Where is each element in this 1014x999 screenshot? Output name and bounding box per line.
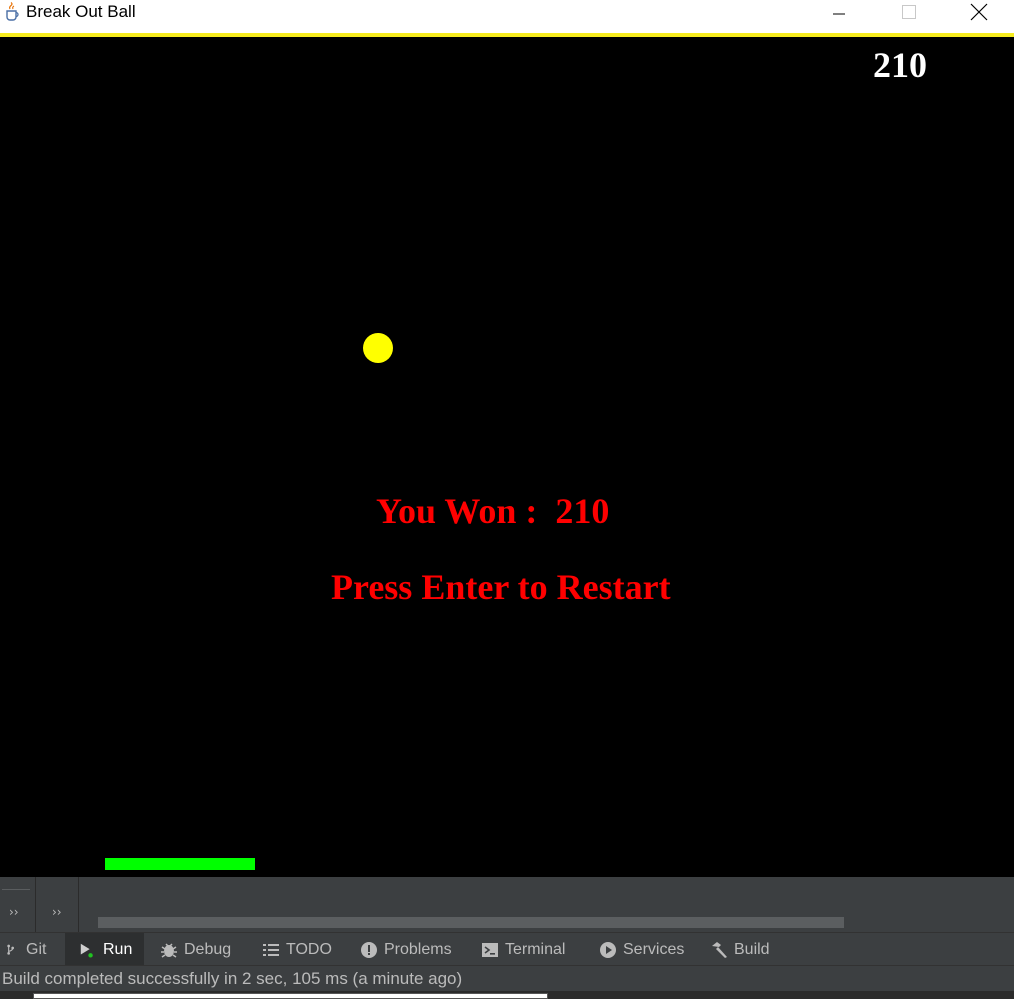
window-title: Break Out Ball <box>26 2 136 21</box>
java-cup-icon <box>6 2 19 21</box>
tab-services[interactable]: Services <box>599 933 684 966</box>
build-status-text[interactable]: Build completed successfully in 2 sec, 1… <box>2 969 462 988</box>
tab-todo-label: TODO <box>286 940 332 958</box>
expand-chevron-1[interactable]: ›› <box>9 905 19 919</box>
terminal-icon <box>482 942 498 957</box>
tab-debug[interactable]: Debug <box>160 933 231 966</box>
ball <box>363 333 393 363</box>
tab-problems[interactable]: Problems <box>360 933 452 966</box>
horizontal-scrollbar[interactable] <box>98 917 844 928</box>
bottom-strip <box>0 991 1014 999</box>
tab-build[interactable]: Build <box>710 933 770 966</box>
expand-chevron-2[interactable]: ›› <box>52 905 62 919</box>
bug-icon <box>161 942 177 958</box>
tab-terminal[interactable]: Terminal <box>481 933 565 966</box>
close-button[interactable] <box>956 0 1002 24</box>
minimize-icon <box>833 13 845 15</box>
game-canvas[interactable]: 210 You Won : 210 Press Enter to Restart <box>0 37 1014 877</box>
problems-icon <box>361 941 377 958</box>
ide-run-panel: ›› ›› <box>0 877 1014 932</box>
score-display: 210 <box>873 45 927 85</box>
git-branch-icon <box>7 944 14 955</box>
close-icon <box>970 3 988 21</box>
restart-message-text: Press Enter to Restart <box>331 567 671 607</box>
taskbar-preview <box>33 993 548 999</box>
tab-todo[interactable]: TODO <box>262 933 332 966</box>
hammer-icon <box>712 941 727 958</box>
tab-debug-label: Debug <box>184 940 232 958</box>
divider <box>2 889 30 890</box>
tool-window-bar: Git Run Debug TODO Problems Terminal Ser… <box>0 932 1014 966</box>
maximize-button[interactable] <box>886 0 932 24</box>
tab-run[interactable]: Run <box>65 933 144 966</box>
restart-message: Press Enter to Restart <box>0 527 1014 647</box>
minimize-button[interactable] <box>816 0 862 24</box>
panel-gutter-left: ›› <box>0 877 36 932</box>
panel-gutter-second: ›› <box>36 877 79 932</box>
tab-terminal-label: Terminal <box>505 940 566 958</box>
tab-run-label: Run <box>103 940 133 958</box>
paddle <box>105 858 255 870</box>
tab-problems-label: Problems <box>384 940 452 958</box>
services-icon <box>600 941 616 958</box>
list-icon <box>263 943 279 956</box>
tab-build-label: Build <box>734 940 770 958</box>
window-title-bar[interactable]: Break Out Ball <box>0 0 1014 37</box>
status-bar: Build completed successfully in 2 sec, 1… <box>0 965 1014 991</box>
run-icon <box>80 943 93 958</box>
tab-git[interactable]: Git <box>6 933 46 966</box>
maximize-icon <box>902 5 916 19</box>
tab-git-label: Git <box>26 940 47 958</box>
won-message-text: You Won : 210 <box>376 491 610 531</box>
tab-services-label: Services <box>623 940 685 958</box>
